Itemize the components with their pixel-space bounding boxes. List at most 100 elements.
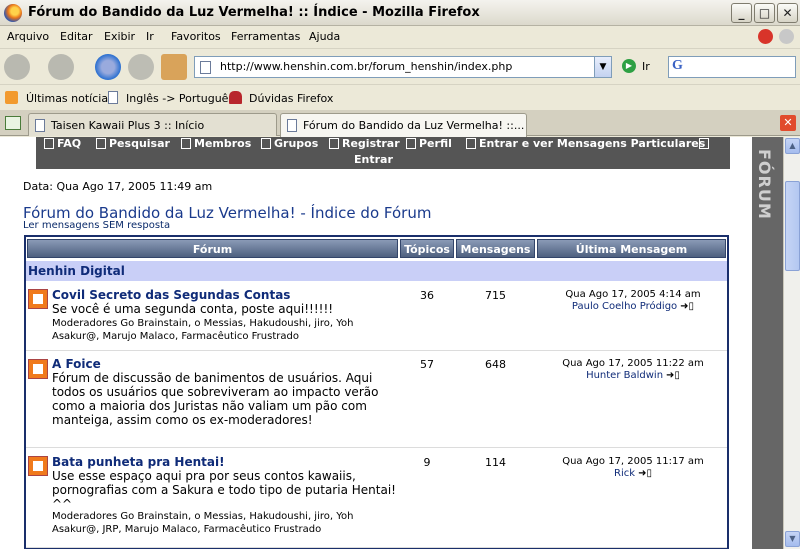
nav-pesquisar-label: Pesquisar: [109, 137, 170, 150]
close-window-button[interactable]: ✕: [777, 3, 798, 23]
window-title: Fórum do Bandido da Luz Vermelha! :: Índ…: [28, 5, 480, 20]
url-dropdown-icon[interactable]: ▼: [594, 57, 611, 77]
close-tab-button[interactable]: ✕: [780, 115, 796, 131]
view-latest-post-icon[interactable]: ➜▯: [638, 468, 652, 480]
stop-icon[interactable]: [128, 54, 154, 80]
menu-ferramentas[interactable]: Ferramentas: [231, 30, 300, 43]
nav-login-icon-item[interactable]: [699, 137, 712, 150]
folder-icon: [28, 359, 48, 379]
folder-icon: [28, 289, 48, 309]
url-bar[interactable]: http://www.henshin.com.br/forum_henshin/…: [194, 56, 612, 78]
firefox-bug-icon: [229, 91, 242, 104]
nav-faq[interactable]: FAQ: [44, 137, 81, 150]
tab-bar: Taisen Kawaii Plus 3 :: Início Fórum do …: [0, 110, 800, 137]
nav-faq-label: FAQ: [57, 137, 82, 150]
go-button[interactable]: Ir: [642, 60, 650, 73]
folder-icon: [28, 456, 48, 476]
forum-description: Use esse espaço aqui pra por seus contos…: [52, 469, 396, 511]
login-icon: [699, 138, 709, 149]
tab-taisen-kawaii[interactable]: Taisen Kawaii Plus 3 :: Início: [28, 113, 277, 136]
header-topicos: Tópicos: [400, 239, 454, 258]
post-count: 715: [485, 289, 506, 302]
forward-icon[interactable]: [48, 54, 74, 80]
forum-name[interactable]: Bata punheta pra Hentai!: [52, 455, 225, 469]
nav-pesquisar[interactable]: Pesquisar: [96, 137, 170, 150]
bookmark-ingles-portugues[interactable]: Inglês -> Português: [126, 92, 234, 105]
table-row: A Foice Fórum de discussão de banimentos…: [26, 351, 727, 448]
nav-entrar[interactable]: Entrar: [354, 153, 393, 166]
navigation-toolbar: http://www.henshin.com.br/forum_henshin/…: [0, 48, 800, 84]
profile-icon: [406, 138, 416, 149]
menu-ir[interactable]: Ir: [146, 30, 154, 43]
menu-arquivo[interactable]: Arquivo: [7, 30, 49, 43]
help-icon: [44, 138, 54, 149]
unanswered-link[interactable]: Ler mensagens SEM resposta: [23, 220, 170, 231]
page-icon: [108, 91, 118, 104]
topic-count: 9: [423, 456, 431, 469]
go-icon[interactable]: ▶: [622, 59, 636, 73]
nav-perfil-label: Perfil: [419, 137, 452, 150]
last-post-user[interactable]: Hunter Baldwin: [586, 370, 663, 381]
url-text[interactable]: http://www.henshin.com.br/forum_henshin/…: [220, 60, 512, 73]
last-post: Qua Ago 17, 2005 11:22 am Hunter Baldwin…: [540, 358, 726, 382]
nav-grupos[interactable]: Grupos: [261, 137, 318, 150]
last-post-user[interactable]: Rick: [614, 468, 635, 479]
search-icon: [96, 138, 106, 149]
menu-bar: Arquivo Editar Exibir Ir Favoritos Ferra…: [0, 26, 800, 48]
last-post: Qua Ago 17, 2005 11:17 am Rick ➜▯: [540, 456, 726, 480]
menu-ajuda[interactable]: Ajuda: [309, 30, 340, 43]
last-post: Qua Ago 17, 2005 4:14 am Paulo Coelho Pr…: [540, 289, 726, 313]
forum-name[interactable]: A Foice: [52, 357, 101, 371]
table-row: Covil Secreto das Segundas Contas Se voc…: [26, 281, 727, 351]
forum-nav-bar: FAQ Pesquisar Membros Grupos Registrar P…: [36, 137, 730, 169]
last-post-user[interactable]: Paulo Coelho Pródigo: [572, 301, 677, 312]
side-banner: FÓRUM: [752, 137, 783, 549]
bookmark-ultimas-noticias[interactable]: Últimas notícias: [26, 92, 114, 105]
forum-name[interactable]: Covil Secreto das Segundas Contas: [52, 288, 290, 302]
rss-icon: [5, 91, 18, 104]
scroll-up-icon[interactable]: ▲: [785, 138, 800, 154]
current-date: Data: Qua Ago 17, 2005 11:49 am: [23, 180, 213, 193]
bookmark-duvidas-firefox[interactable]: Dúvidas Firefox: [249, 92, 333, 105]
tab-label: Fórum do Bandido da Luz Vermelha! ::...: [303, 119, 525, 132]
menu-exibir[interactable]: Exibir: [104, 30, 135, 43]
topic-count: 57: [420, 358, 434, 371]
table-header: Fórum Tópicos Mensagens Última Mensagem: [26, 237, 727, 261]
menu-editar[interactable]: Editar: [60, 30, 93, 43]
nav-registrar-label: Registrar: [342, 137, 400, 150]
reload-icon[interactable]: [95, 54, 121, 80]
category-name[interactable]: Henhin Digital: [28, 264, 125, 278]
forum-table: Fórum Tópicos Mensagens Última Mensagem …: [24, 235, 729, 549]
new-tab-icon[interactable]: [5, 116, 21, 130]
search-input[interactable]: G: [668, 56, 796, 78]
page-icon: [287, 119, 297, 132]
nav-membros[interactable]: Membros: [181, 137, 251, 150]
nav-registrar[interactable]: Registrar: [329, 137, 400, 150]
bookmarks-toolbar: Últimas notícias Inglês -> Português Dúv…: [0, 84, 800, 110]
nav-mensagens[interactable]: Entrar e ver Mensagens Particulares: [466, 137, 705, 150]
register-icon: [329, 138, 339, 149]
menu-favoritos[interactable]: Favoritos: [171, 30, 221, 43]
back-icon[interactable]: [4, 54, 30, 80]
page-content: FAQ Pesquisar Membros Grupos Registrar P…: [0, 137, 783, 549]
topic-count: 36: [420, 289, 434, 302]
forum-moderators: Moderadores Go Brainstain, o Messias, Ha…: [52, 318, 354, 342]
view-latest-post-icon[interactable]: ➜▯: [680, 301, 694, 313]
nav-perfil[interactable]: Perfil: [406, 137, 452, 150]
tab-forum-bandido[interactable]: Fórum do Bandido da Luz Vermelha! ::...: [280, 113, 527, 137]
header-ultima-mensagem: Última Mensagem: [537, 239, 726, 258]
scroll-thumb[interactable]: [785, 181, 800, 271]
view-latest-post-icon[interactable]: ➜▯: [666, 370, 680, 382]
window-titlebar: Fórum do Bandido da Luz Vermelha! :: Índ…: [0, 0, 800, 26]
vertical-scrollbar[interactable]: ▲ ▼: [783, 137, 800, 549]
home-icon[interactable]: [161, 54, 187, 80]
last-post-date: Qua Ago 17, 2005 11:17 am: [562, 456, 704, 467]
minimize-button[interactable]: _: [731, 3, 752, 23]
messages-icon: [466, 138, 476, 149]
scroll-down-icon[interactable]: ▼: [785, 531, 800, 547]
alert-icon[interactable]: [758, 29, 773, 44]
maximize-button[interactable]: □: [754, 3, 775, 23]
post-count: 114: [485, 456, 506, 469]
category-row: Henhin Digital: [26, 261, 727, 281]
header-forum: Fórum: [27, 239, 398, 258]
